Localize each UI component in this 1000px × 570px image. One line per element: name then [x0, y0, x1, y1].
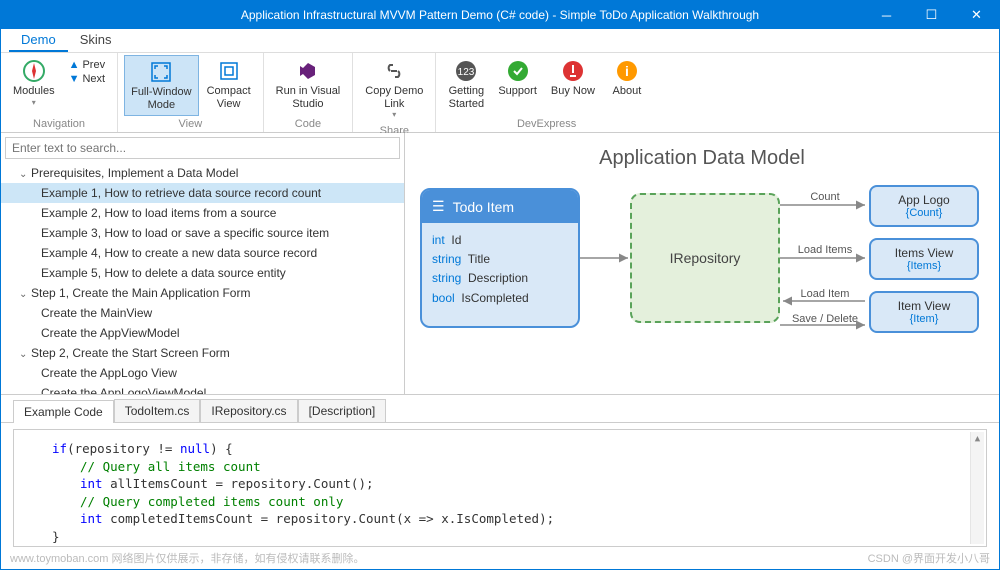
tab-description[interactable]: [Description]	[298, 399, 387, 422]
code-tabs: Example Code TodoItem.cs IRepository.cs …	[1, 399, 999, 423]
copy-demo-link-button[interactable]: Copy Demo Link ▾	[359, 55, 429, 123]
full-window-mode-button[interactable]: Full-Window Mode	[124, 55, 199, 116]
items-view-box: Items View{Items}	[869, 238, 979, 280]
buy-now-button[interactable]: Buy Now	[545, 55, 601, 102]
todo-field: int Id	[432, 231, 568, 250]
ribbon: Modules ▾ ▲Prev ▼Next Navigation Full-Wi…	[1, 53, 999, 133]
visual-studio-icon	[296, 59, 320, 83]
maximize-button[interactable]: ☐	[909, 1, 954, 29]
tree-node[interactable]: Example 3, How to load or save a specifi…	[1, 223, 404, 243]
tree-node[interactable]: Create the MainView	[1, 303, 404, 323]
tree-node[interactable]: ⌄Step 1, Create the Main Application For…	[1, 283, 404, 303]
getting-started-button[interactable]: 123 Getting Started	[442, 55, 490, 114]
arrow-up-icon: ▲	[69, 59, 80, 71]
diagram-panel: Application Data Model ☰Todo Item int Id…	[405, 133, 999, 394]
scrollbar[interactable]: ▲	[970, 432, 984, 544]
footer: www.toymoban.com 网络图片仅供展示，非存储，如有侵权请联系删除。…	[10, 550, 990, 566]
close-button[interactable]: ✕	[954, 1, 999, 29]
link-icon	[382, 59, 406, 83]
menu-bar: Demo Skins	[1, 29, 999, 53]
item-view-box: Item View{Item}	[869, 291, 979, 333]
fullscreen-icon	[149, 60, 173, 84]
compass-icon	[22, 59, 46, 83]
tree-list[interactable]: ⌄Prerequisites, Implement a Data ModelEx…	[1, 163, 404, 394]
next-button[interactable]: ▼Next	[69, 73, 106, 85]
tab-irepository[interactable]: IRepository.cs	[200, 399, 297, 422]
tree-node[interactable]: Create the AppLogoViewModel	[1, 383, 404, 394]
todo-field: string Description	[432, 269, 568, 288]
arrow-down-icon: ▼	[69, 73, 80, 85]
database-icon: ☰	[432, 198, 445, 215]
ribbon-group-label: Navigation	[33, 116, 85, 132]
arrow-label: Load Item	[790, 288, 860, 300]
arrow-label: Load Items	[790, 244, 860, 256]
modules-button[interactable]: Modules ▾	[7, 55, 61, 111]
diagram-title: Application Data Model	[405, 147, 999, 170]
tree-node[interactable]: Create the AppLogo View	[1, 363, 404, 383]
buy-icon	[561, 59, 585, 83]
ribbon-group-label: Code	[295, 116, 321, 132]
support-button[interactable]: Support	[492, 55, 543, 102]
arrow-label: Save / Delete	[785, 313, 865, 325]
code-editor[interactable]: ▲ if(repository != null) { // Query all …	[13, 429, 987, 547]
getting-started-icon: 123	[454, 59, 478, 83]
compact-icon	[217, 59, 241, 83]
tree-node[interactable]: Example 1, How to retrieve data source r…	[1, 183, 404, 203]
svg-text:i: i	[625, 63, 629, 79]
window-title: Application Infrastructural MVVM Pattern…	[241, 8, 759, 22]
ribbon-group-label: DevExpress	[517, 116, 576, 132]
minimize-button[interactable]: ─	[864, 1, 909, 29]
ribbon-group-label: View	[179, 116, 203, 132]
todo-field: string Title	[432, 250, 568, 269]
tab-todoitem[interactable]: TodoItem.cs	[114, 399, 201, 422]
menu-tab-skins[interactable]: Skins	[68, 28, 124, 52]
tree-node[interactable]: Example 2, How to load items from a sour…	[1, 203, 404, 223]
info-icon: i	[615, 59, 639, 83]
todo-field: bool IsCompleted	[432, 289, 568, 308]
search-input[interactable]	[5, 137, 400, 159]
tree-node[interactable]: ⌄Step 2, Create the Start Screen Form	[1, 343, 404, 363]
tree-node[interactable]: Example 5, How to delete a data source e…	[1, 263, 404, 283]
tree-node[interactable]: Create the AppViewModel	[1, 323, 404, 343]
titlebar: Application Infrastructural MVVM Pattern…	[1, 1, 999, 29]
compact-view-button[interactable]: Compact View	[201, 55, 257, 114]
repository-box: IRepository	[630, 193, 780, 323]
run-visual-studio-button[interactable]: Run in Visual Studio	[270, 55, 347, 114]
svg-text:123: 123	[458, 67, 475, 78]
footer-right: CSDN @界面开发小八哥	[868, 550, 990, 566]
tree-node[interactable]: ⌄Prerequisites, Implement a Data Model	[1, 163, 404, 183]
tab-example-code[interactable]: Example Code	[13, 400, 114, 423]
prev-button[interactable]: ▲Prev	[69, 59, 106, 71]
app-logo-box: App Logo{Count}	[869, 185, 979, 227]
menu-tab-demo[interactable]: Demo	[9, 28, 68, 52]
todo-item-box: ☰Todo Item int Idstring Titlestring Desc…	[420, 188, 580, 328]
about-button[interactable]: i About	[603, 55, 651, 102]
arrow-label: Count	[795, 191, 855, 203]
navigation-tree: ⌄Prerequisites, Implement a Data ModelEx…	[1, 133, 405, 394]
support-icon	[506, 59, 530, 83]
footer-left: www.toymoban.com 网络图片仅供展示，非存储，如有侵权请联系删除。	[10, 550, 364, 566]
tree-node[interactable]: Example 4, How to create a new data sour…	[1, 243, 404, 263]
